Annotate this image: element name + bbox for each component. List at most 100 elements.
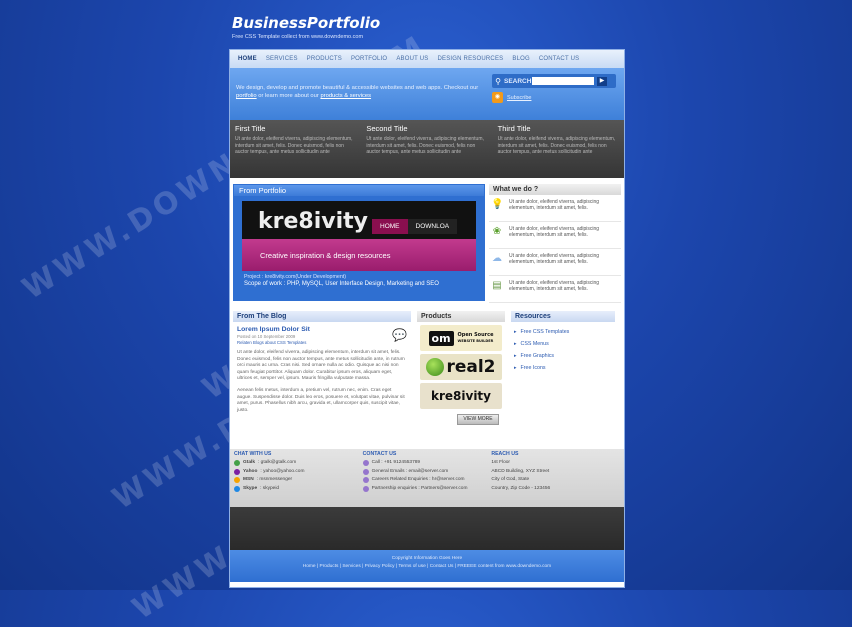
- resource-link[interactable]: CSS Menus: [511, 338, 615, 350]
- chat-column: CHAT WITH US Gtalk : gtalk@gtalk.com Yah…: [234, 451, 363, 507]
- chat-row: Yahoo : yahoo@yahoo.com: [234, 468, 363, 477]
- chat-row: MSN : msnmessenger: [234, 476, 363, 485]
- portfolio-heading: From Portfolio: [234, 185, 484, 196]
- cloud-icon: ☁: [492, 253, 502, 264]
- item-text: Ut ante dolor, eleifend viverra, adipisc…: [509, 199, 600, 212]
- portfolio-screenshot[interactable]: kre8ivity HOME DOWNLOA Creative inspirat…: [242, 201, 476, 271]
- msn-icon: [234, 477, 240, 484]
- highlight-title: First Title: [235, 124, 266, 133]
- item-text: Ut ante dolor, eleifend viverra, adipisc…: [509, 253, 600, 266]
- reach-heading: REACH US: [491, 451, 519, 457]
- rss-icon: ◉: [492, 92, 503, 103]
- view-more-button[interactable]: VIEW MORE: [457, 414, 499, 425]
- highlight-title: Third Title: [497, 124, 531, 133]
- highlight-text: Ut ante dolor, eleifend viverra, adipisc…: [366, 136, 484, 156]
- resources-list: Free CSS Templates CSS Menus Free Graphi…: [511, 326, 615, 374]
- site-logo[interactable]: BusinessPortfolio: [232, 14, 380, 32]
- project-scope: Scope of work : PHP, MySQL, User Interfa…: [244, 281, 439, 287]
- footer-dark-band: [230, 507, 624, 550]
- resource-link[interactable]: Free Icons: [511, 362, 615, 374]
- highlight-text: Ut ante dolor, eleifend viverra, adipisc…: [497, 136, 616, 156]
- middle-section: From Portfolio kre8ivity HOME DOWNLOA Cr…: [230, 178, 624, 303]
- resources-heading: Resources: [511, 311, 615, 322]
- intro-text: We design, develop and promote beautiful…: [236, 85, 479, 99]
- blog-post-related: Relaten Blogs about CSS Templates: [237, 339, 307, 345]
- resource-link[interactable]: Free CSS Templates: [511, 326, 615, 338]
- search-box: ⚲ SEARCH ▶: [492, 74, 616, 88]
- phone-icon: [362, 460, 369, 467]
- address-line: Country, Zip Code - 123456: [491, 485, 551, 491]
- contact-row: Partnership enquiries : Partners@server.…: [362, 485, 492, 494]
- list-item: ▤ Ut ante dolor, eleifend viverra, adipi…: [489, 276, 621, 303]
- hero-banner: We design, develop and promote beautiful…: [230, 68, 624, 120]
- screenshot-logo: kre8ivity: [258, 209, 368, 234]
- contact-row: Careers Related Enquiries : hr@server.co…: [362, 476, 492, 485]
- products-heading: Products: [417, 311, 505, 322]
- contact-heading: CONTACT US: [362, 451, 397, 457]
- product-om-logo[interactable]: om Open Source WEBSITE BUILDER: [420, 325, 502, 351]
- highlight-column: First Title Ut ante dolor, eleifend vive…: [230, 120, 361, 178]
- site-tagline: Free CSS Template collect from www.downd…: [232, 34, 364, 40]
- highlights-band: First Title Ut ante dolor, eleifend vive…: [230, 120, 624, 178]
- nav-blog[interactable]: BLOG: [512, 56, 529, 62]
- highlight-title: Second Title: [366, 124, 408, 133]
- nav-portfolio[interactable]: PORTFOLIO: [351, 56, 387, 62]
- reach-column: REACH US 1st Floor ABCD Building, XYZ St…: [491, 451, 620, 507]
- contact-column: CONTACT US Call : +91 9124553789 General…: [362, 451, 492, 507]
- butterfly-icon: ❀: [492, 226, 502, 237]
- search-label: SEARCH: [504, 77, 532, 85]
- lightbulb-icon: 💡: [491, 199, 504, 210]
- chat-heading: CHAT WITH US: [234, 451, 272, 457]
- chat-row: Skype : skypeid: [234, 485, 363, 494]
- search-go-button[interactable]: ▶: [597, 76, 607, 86]
- item-text: Ut ante dolor, eleifend viverra, adipisc…: [509, 280, 600, 293]
- list-item: ❀ Ut ante dolor, eleifend viverra, adipi…: [489, 222, 621, 249]
- screenshot-tab-home: HOME: [372, 219, 408, 234]
- portfolio-link[interactable]: portfolio: [236, 93, 257, 99]
- subscribe[interactable]: ◉ Subscribe: [492, 92, 531, 103]
- products-services-link[interactable]: products & services: [320, 93, 371, 99]
- gtalk-icon: [234, 460, 240, 467]
- resources-panel: Resources Free CSS Templates CSS Menus F…: [511, 311, 615, 449]
- nav-contact-us[interactable]: CONTACT US: [539, 56, 579, 62]
- blog-heading: From The Blog: [233, 311, 411, 322]
- portfolio-panel: From Portfolio kre8ivity HOME DOWNLOA Cr…: [233, 184, 485, 301]
- item-text: Ut ante dolor, eleifend viverra, adipisc…: [509, 226, 600, 239]
- chat-row: Gtalk : gtalk@gtalk.com: [234, 459, 363, 468]
- resource-link[interactable]: Free Graphics: [511, 350, 615, 362]
- main-nav: HOME SERVICES PRODUCTS PORTFOLIO ABOUT U…: [230, 50, 624, 68]
- address-line: City of God, State: [491, 477, 530, 482]
- what-we-do-panel: What we do ? 💡 Ut ante dolor, eleifend v…: [489, 184, 621, 303]
- subscribe-link[interactable]: Subscribe: [507, 95, 531, 101]
- yahoo-icon: [234, 468, 240, 475]
- what-we-do-heading: What we do ?: [489, 184, 621, 195]
- blog-post-title[interactable]: Lorem Ipsum Dolor Sit: [237, 326, 411, 333]
- search-input[interactable]: [532, 77, 594, 85]
- products-panel: Products om Open Source WEBSITE BUILDER r…: [417, 311, 505, 449]
- blog-paragraph: Ut ante dolor, eleifend viverra, adipisc…: [237, 350, 405, 382]
- footer-links[interactable]: Home | Products | Services | Privacy Pol…: [230, 564, 624, 569]
- contact-row: General Emails : email@server.com: [362, 468, 492, 477]
- nav-products[interactable]: PRODUCTS: [307, 56, 342, 62]
- email-icon: [362, 468, 369, 475]
- list-item: 💡 Ut ante dolor, eleifend viverra, adipi…: [489, 195, 621, 222]
- screenshot-tabs: HOME DOWNLOA: [372, 219, 458, 234]
- contact-row: Call : +91 9124553789: [362, 459, 492, 468]
- highlight-column: Third Title Ut ante dolor, eleifend vive…: [493, 120, 624, 178]
- globe-icon: [426, 358, 445, 376]
- email-icon: [362, 485, 369, 492]
- copyright-text: Copyright Information Goes Here: [391, 556, 463, 561]
- money-icon: ▤: [492, 280, 502, 291]
- page-container: HOME SERVICES PRODUCTS PORTFOLIO ABOUT U…: [229, 49, 625, 588]
- list-item: ☁ Ut ante dolor, eleifend viverra, adipi…: [489, 249, 621, 276]
- nav-home[interactable]: HOME: [238, 56, 257, 62]
- blog-paragraph: Aenean felis metus, interdum a, pretium …: [237, 387, 405, 413]
- nav-design-resources[interactable]: DESIGN RESOURCES: [437, 56, 503, 62]
- nav-services[interactable]: SERVICES: [266, 56, 298, 62]
- lower-section: From The Blog 💬 Lorem Ipsum Dolor Sit Po…: [230, 303, 624, 449]
- nav-about-us[interactable]: ABOUT US: [396, 56, 428, 62]
- address-line: 1st Floor: [491, 460, 511, 465]
- screenshot-caption: Creative inspiration & design resources: [260, 251, 391, 260]
- product-kre8ivity-logo[interactable]: kre8ivity: [420, 383, 502, 409]
- product-real2-logo[interactable]: real2: [420, 354, 502, 380]
